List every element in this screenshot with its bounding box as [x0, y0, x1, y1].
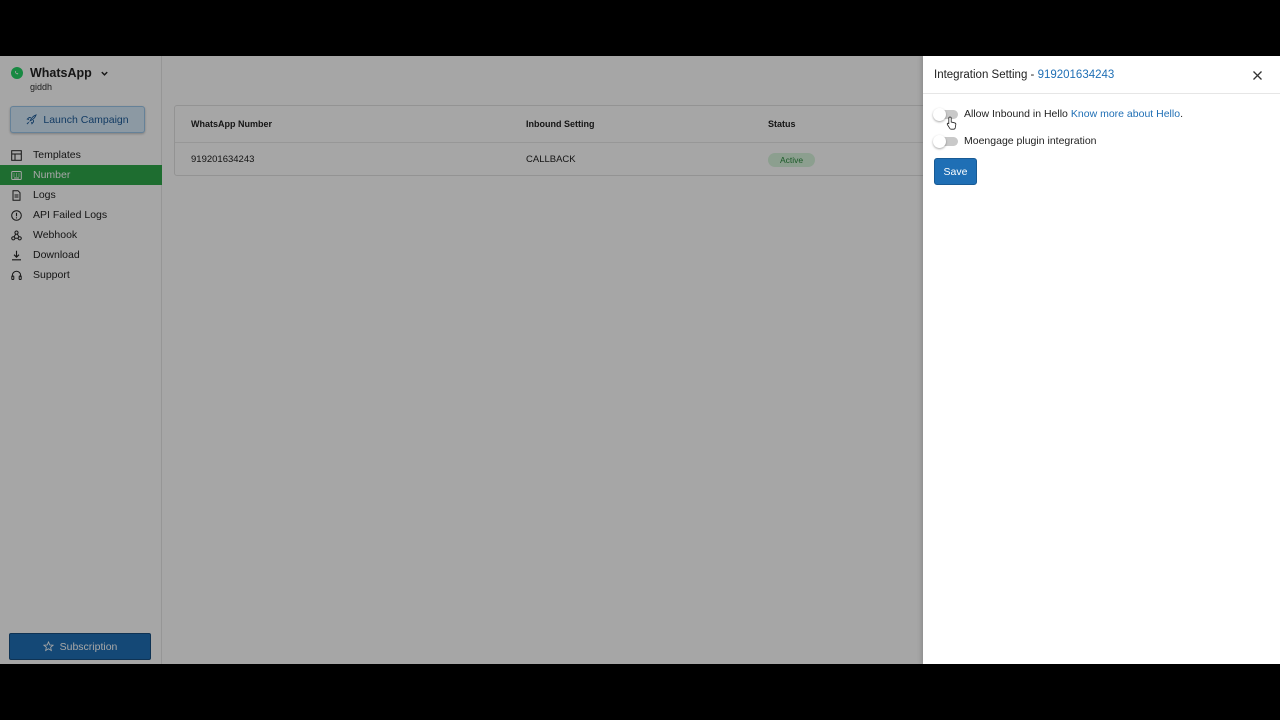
save-button[interactable]: Save [934, 158, 977, 185]
allow-inbound-label: Allow Inbound in Hello [964, 108, 1068, 120]
modal-backdrop[interactable] [0, 56, 923, 664]
app-window: WhatsApp giddh Launch Campaign Templates… [0, 56, 1280, 664]
drawer-title-number: 919201634243 [1037, 69, 1115, 81]
drawer-header: Integration Setting - 919201634243 [923, 56, 1280, 94]
moengage-label: Moengage plugin integration [964, 135, 1097, 147]
allow-inbound-option: Allow Inbound in Hello Know more about H… [933, 107, 1183, 121]
moengage-option: Moengage plugin integration [933, 134, 1097, 148]
integration-setting-drawer: Integration Setting - 919201634243 Allow… [923, 56, 1280, 664]
close-icon[interactable] [1252, 70, 1263, 81]
option1-suffix: . [1180, 108, 1183, 120]
know-more-link[interactable]: Know more about Hello [1071, 108, 1180, 120]
drawer-title: Integration Setting - 919201634243 [934, 69, 1114, 81]
moengage-toggle[interactable] [933, 134, 958, 148]
pointer-cursor-icon [946, 116, 957, 130]
drawer-title-prefix: Integration Setting - [934, 69, 1038, 81]
